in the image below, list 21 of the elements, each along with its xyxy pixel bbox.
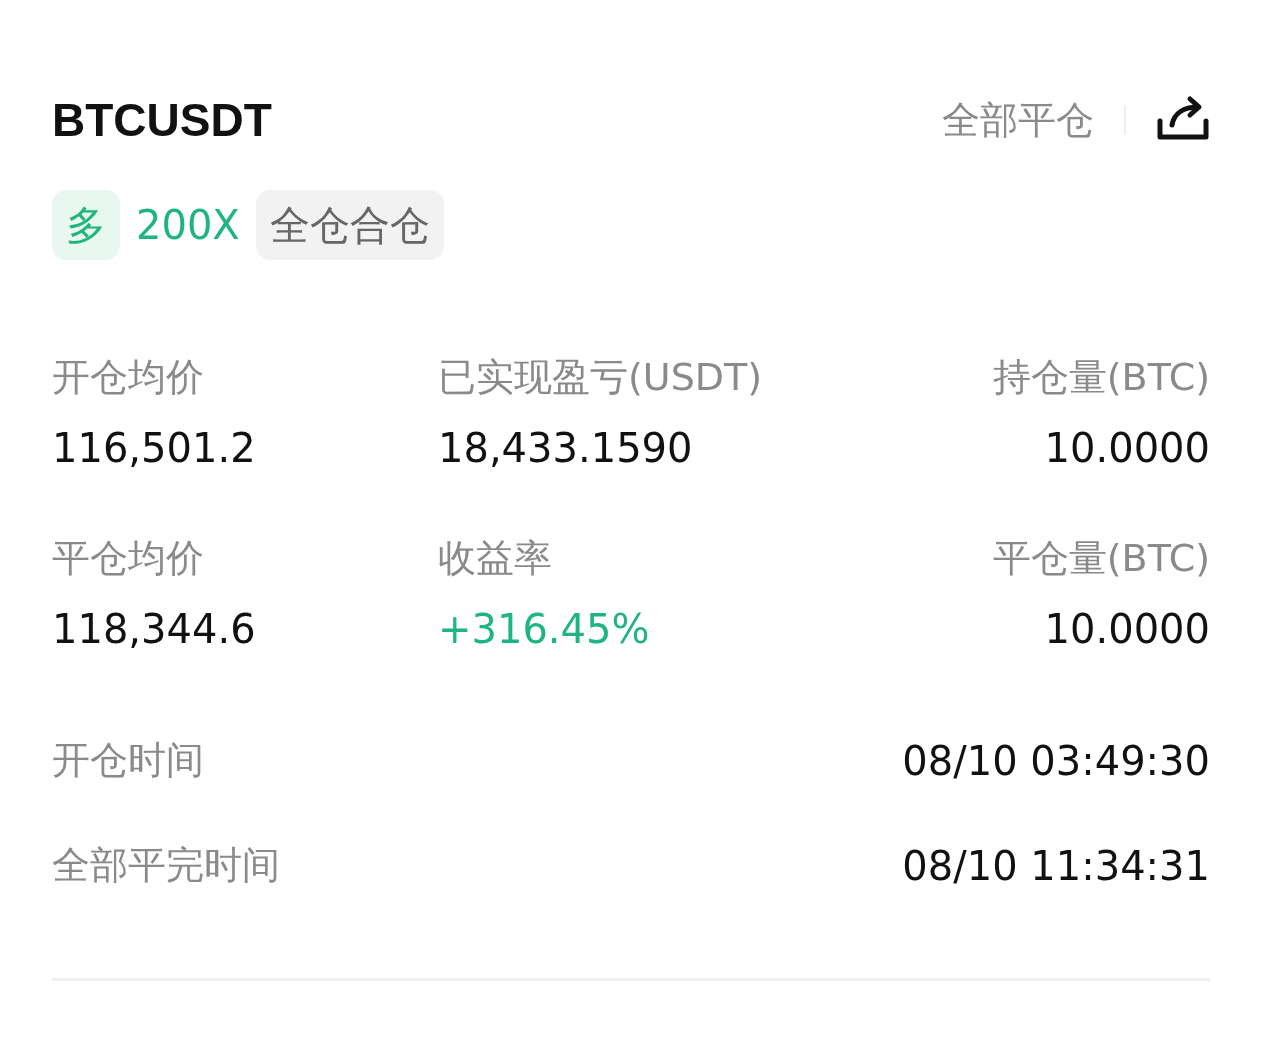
stat-label: 平仓均价 [52,535,204,582]
stat-value: 18,433.1590 [438,425,693,471]
stat-label: 开仓均价 [52,354,204,401]
stat-value: 10.0000 [1044,425,1210,471]
time-value: 08/10 03:49:30 [902,737,1210,784]
leverage-label: 200X [135,201,241,250]
stat-value: 10.0000 [1044,606,1210,652]
stat-value: 118,344.6 [52,606,256,652]
time-label: 全部平完时间 [52,842,280,889]
margin-mode-tag: 全仓合仓 [255,190,444,260]
stat-label: 平仓量(BTC) [992,535,1210,582]
close-all-button[interactable]: 全部平仓 [942,94,1094,146]
stat-label: 收益率 [438,535,552,582]
stat-label: 持仓量(BTC) [992,354,1210,401]
time-value: 08/10 11:34:31 [902,842,1210,889]
stat-label: 已实现盈亏(USDT) [438,354,763,401]
time-label: 开仓时间 [52,737,204,784]
stat-value: +316.45% [438,606,650,652]
symbol-title: BTCUSDT [52,93,272,147]
stat-value: 116,501.2 [52,425,256,471]
direction-tag: 多 [52,190,120,260]
